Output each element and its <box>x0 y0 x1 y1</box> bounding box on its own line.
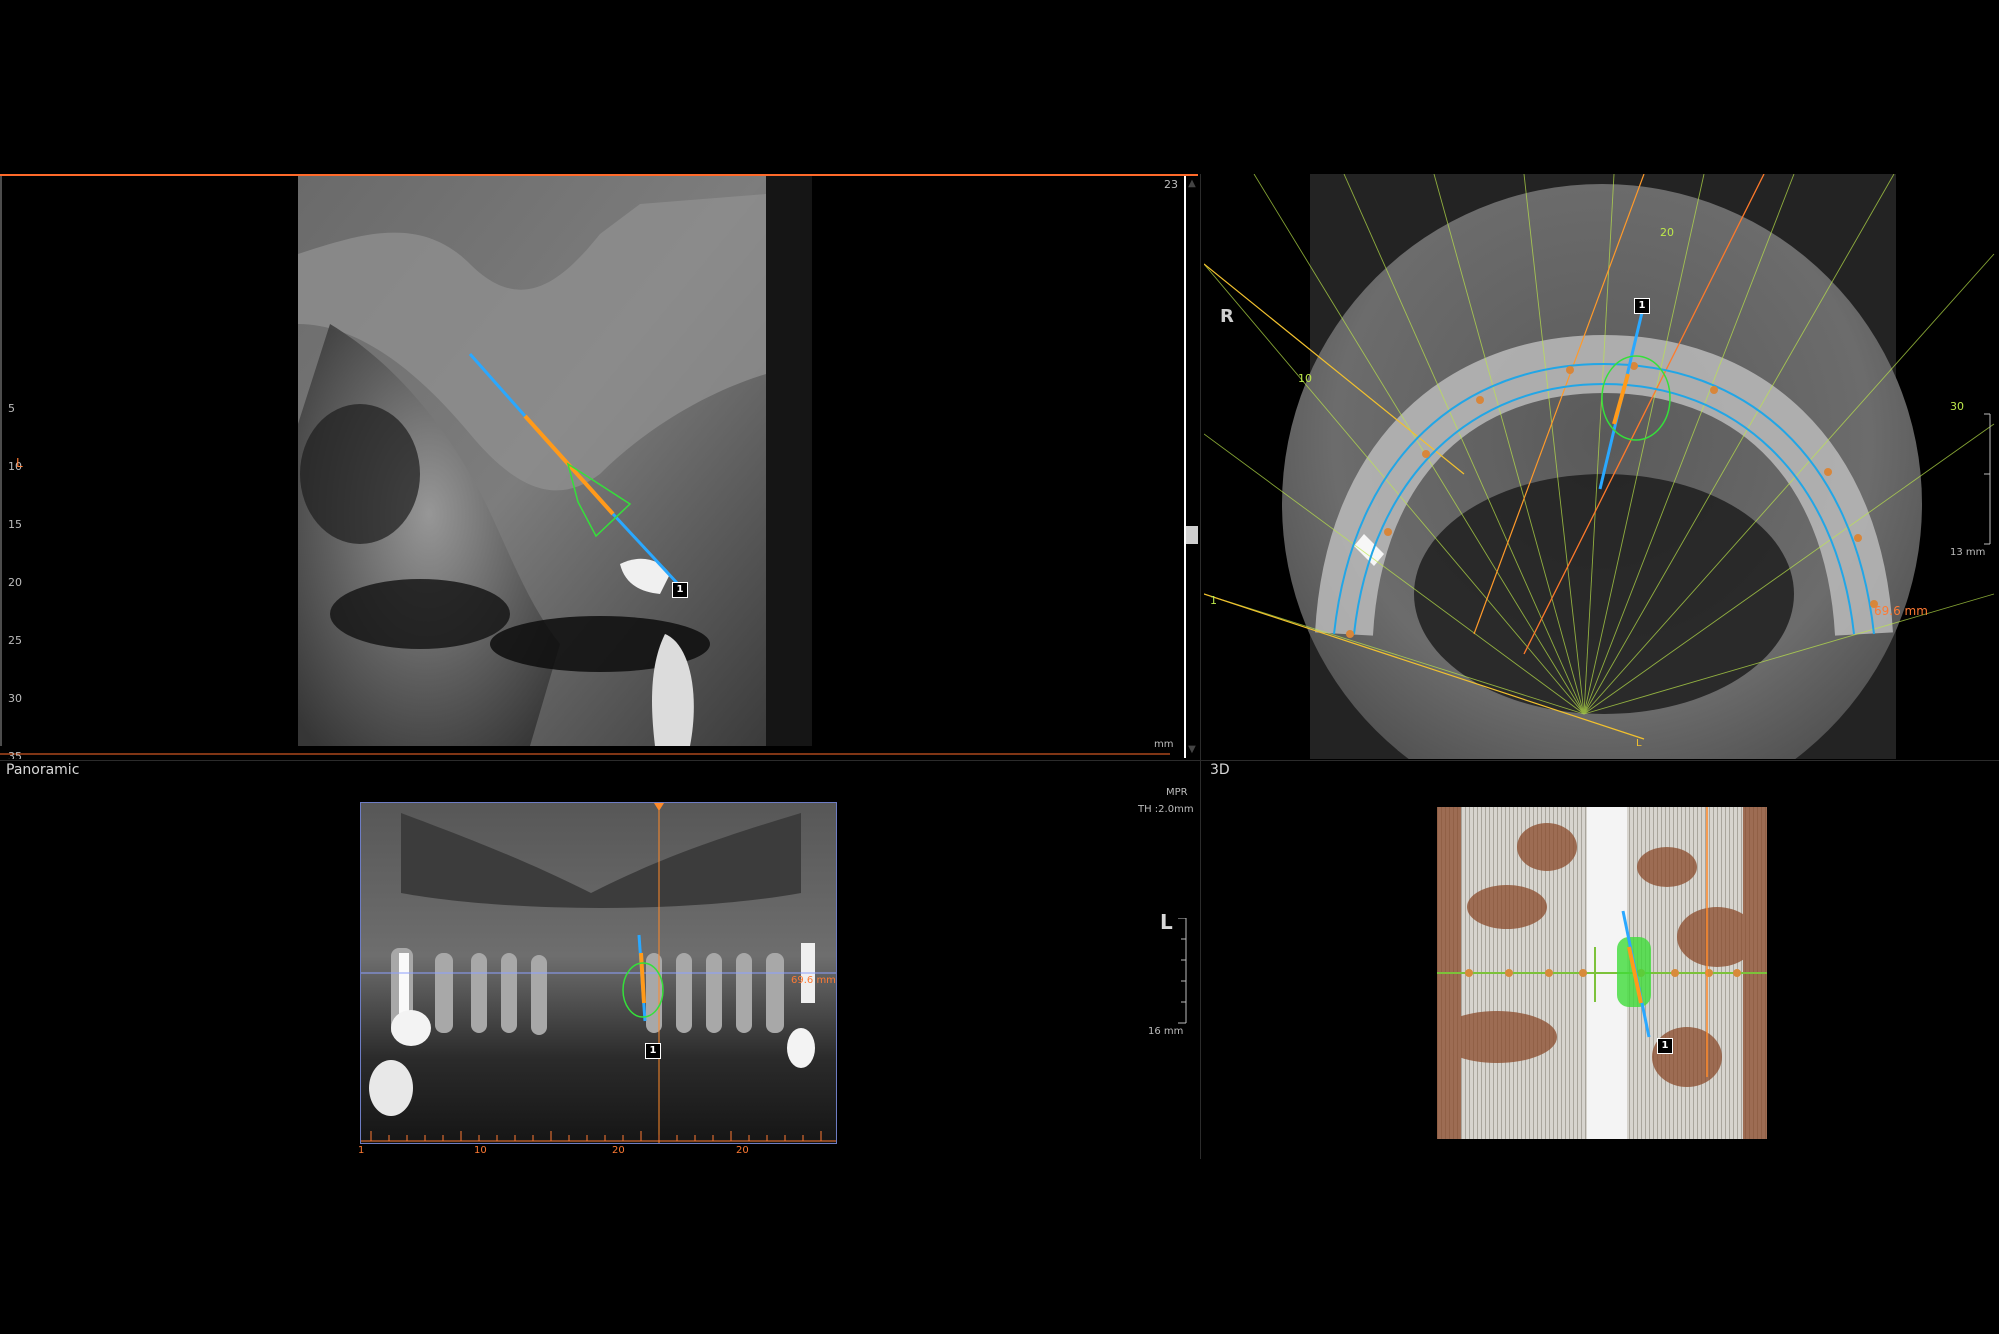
panoramic-image[interactable]: 69.6 mm 1 <box>360 802 837 1144</box>
panoramic-canvas <box>361 803 836 1143</box>
sagittal-vertical-tick-label: 35 <box>8 750 22 759</box>
panoramic-scale-label: 16 mm <box>1148 1026 1184 1037</box>
axial-side-marker: R <box>1220 306 1234 327</box>
sagittal-vertical-tick-label: 5 <box>8 402 15 415</box>
axial-length-label: 69.6 mm <box>1874 604 1928 618</box>
sagittal-unit-label: mm <box>1154 739 1174 750</box>
panoramic-tick-label: 1 <box>358 1145 365 1156</box>
axial-curve-label: 10 <box>1298 372 1312 385</box>
panoramic-length-label: 69.6 mm <box>791 975 836 986</box>
axial-canvas <box>1204 174 1995 759</box>
panoramic-mpr-label: MPR <box>1166 787 1188 798</box>
sagittal-slice-number: 23 <box>1164 178 1178 191</box>
axial-curve-label: 20 <box>1660 226 1674 239</box>
panoramic-tick-label: 10 <box>474 1145 487 1156</box>
axial-curve-label: 1 <box>1210 594 1217 607</box>
sagittal-scroll-up-button[interactable]: ▲ <box>1186 176 1198 190</box>
sagittal-top-border <box>0 174 1198 176</box>
sagittal-vertical-tick-label: 15 <box>8 518 22 531</box>
sagittal-vertical-tick-label: 25 <box>8 634 22 647</box>
panoramic-scale-side: L <box>1160 910 1173 934</box>
axial-scale-label: 13 mm <box>1950 547 1986 558</box>
sagittal-vertical-tick-label: 30 <box>8 692 22 705</box>
axial-viewport[interactable]: R 1 10 20 30 69.6 mm 13 mm L 1 <box>1204 174 1999 759</box>
panoramic-tick-label: 20 <box>612 1145 625 1156</box>
axial-curve-label: 30 <box>1950 400 1964 413</box>
panoramic-tick-label: 20 <box>736 1145 749 1156</box>
sagittal-implant-marker[interactable]: 1 <box>672 582 688 598</box>
sagittal-side-marker: L <box>16 456 23 470</box>
view3d-canvas <box>1437 807 1767 1139</box>
sagittal-viewport[interactable]: 51015202530354045 5101520253035404550556… <box>0 174 1186 759</box>
sagittal-scroll-down-button[interactable]: ▼ <box>1186 742 1198 756</box>
vertical-divider <box>1200 174 1201 1159</box>
sagittal-ct-image <box>298 176 812 746</box>
axial-bottom-marker: L <box>1636 738 1642 749</box>
panoramic-thickness-label: TH :2.0mm <box>1138 804 1194 815</box>
panoramic-implant-marker[interactable]: 1 <box>645 1043 661 1059</box>
sagittal-scrollbar[interactable] <box>1184 174 1186 758</box>
axial-implant-marker[interactable]: 1 <box>1634 298 1650 314</box>
horizontal-divider <box>0 760 1999 761</box>
axial-scale-bar <box>1984 413 1991 545</box>
sagittal-scroll-thumb[interactable] <box>1186 526 1198 544</box>
sagittal-canvas <box>0 174 1170 755</box>
view3d-title: 3D <box>1210 762 1230 778</box>
view3d-implant-marker[interactable]: 1 <box>1657 1038 1673 1054</box>
sagittal-vertical-tick-label: 20 <box>8 576 22 589</box>
panoramic-scale-bar <box>1178 918 1187 1024</box>
view3d-render[interactable]: 1 <box>1437 807 1767 1139</box>
panoramic-title: Panoramic <box>6 762 80 778</box>
